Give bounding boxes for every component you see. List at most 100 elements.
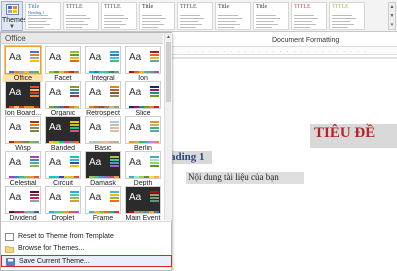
- style-set-tile[interactable]: TITLE: [177, 2, 213, 30]
- theme-color-swatches: [89, 208, 119, 213]
- menu-separator: [1, 221, 172, 222]
- theme-thumbnail: Aa: [45, 186, 81, 214]
- style-set-line: [142, 27, 158, 28]
- theme-thumbnail: Aa: [5, 151, 41, 179]
- style-set-line: [66, 24, 88, 25]
- style-set-title: TITLE: [180, 4, 197, 10]
- theme-main-event[interactable]: Aa Main Event: [123, 185, 163, 225]
- reset-icon: [5, 233, 14, 241]
- save-current-theme-item[interactable]: Save Current Theme...: [1, 255, 172, 267]
- menu-item-label: Browse for Themes...: [18, 245, 85, 252]
- theme-font-sample: Aa: [49, 52, 62, 63]
- theme-ion-board[interactable]: Aa Ion Board...: [3, 80, 43, 120]
- theme-accent-bars: [110, 86, 119, 98]
- theme-retrospect[interactable]: Aa Retrospect: [83, 80, 123, 120]
- theme-accent-bars: [110, 191, 119, 203]
- theme-circuit[interactable]: Aa Circuit: [43, 150, 83, 190]
- ribbon: Themes ▼ Title Heading 1 TITLE TITLE Title TI…: [0, 0, 397, 32]
- theme-color-swatches: [89, 68, 119, 73]
- theme-thumbnail: Aa: [85, 46, 121, 74]
- theme-color-swatches: [49, 208, 79, 213]
- theme-basic[interactable]: Aa Basic: [83, 115, 123, 155]
- style-set-line: [104, 24, 126, 25]
- style-set-title: TITLE: [294, 4, 311, 10]
- style-set-title: Title: [218, 4, 230, 10]
- style-set-tile[interactable]: TITLE: [329, 2, 365, 30]
- style-set-tile[interactable]: Title: [139, 2, 175, 30]
- style-set-line: [218, 21, 236, 22]
- theme-office[interactable]: Aa Office: [3, 45, 43, 85]
- style-set-tile[interactable]: TITLE: [63, 2, 99, 30]
- reset-theme-item[interactable]: Reset to Theme from Template: [1, 231, 172, 243]
- style-set-line: [28, 21, 46, 22]
- style-set-line: [332, 18, 356, 19]
- gallery-scroll-arrows[interactable]: ▲ ▼ ▾: [388, 2, 396, 30]
- theme-celestial[interactable]: Aa Celestial: [3, 150, 43, 190]
- document-area[interactable]: Document Formatting · · · · · · · · · · …: [170, 33, 397, 271]
- style-set-title: TITLE: [66, 4, 83, 10]
- theme-font-sample: Aa: [49, 157, 62, 168]
- section-header-label: Office: [5, 34, 26, 43]
- style-set-tile[interactable]: Title Heading 1: [25, 2, 61, 30]
- style-set-line: [294, 18, 318, 19]
- browse-themes-item[interactable]: Browse for Themes...: [1, 243, 172, 255]
- theme-font-sample: Aa: [9, 52, 22, 63]
- theme-accent-bars: [70, 156, 79, 168]
- style-set-tile[interactable]: TITLE: [291, 2, 327, 30]
- theme-thumbnail: Aa: [45, 116, 81, 144]
- theme-integral[interactable]: Aa Integral: [83, 45, 123, 85]
- style-set-tile[interactable]: Title: [215, 2, 251, 30]
- style-set-line: [180, 21, 198, 22]
- style-set-tile[interactable]: TITLE: [101, 2, 137, 30]
- theme-accent-bars: [150, 121, 159, 133]
- themes-icon: [6, 4, 19, 15]
- style-set-line: [66, 27, 82, 28]
- style-set-title: Title: [142, 4, 154, 10]
- style-set-line: [218, 27, 234, 28]
- theme-damask[interactable]: Aa Damask: [83, 150, 123, 190]
- theme-organic[interactable]: Aa Organic: [43, 80, 83, 120]
- theme-ion[interactable]: Aa Ion: [123, 45, 163, 85]
- scrollbar[interactable]: ▲: [164, 33, 172, 220]
- theme-thumbnail: Aa: [125, 46, 161, 74]
- chevron-down-icon: ▼: [9, 24, 15, 30]
- theme-accent-bars: [30, 121, 39, 133]
- theme-droplet[interactable]: Aa Droplet: [43, 185, 83, 225]
- style-set-line: [256, 15, 276, 16]
- theme-slice[interactable]: Aa Slice: [123, 80, 163, 120]
- style-set-title: TITLE: [332, 4, 349, 10]
- theme-thumbnail: Aa: [85, 186, 121, 214]
- theme-banded[interactable]: Aa Banded: [43, 115, 83, 155]
- menu-item-label: Save Current Theme...: [19, 258, 90, 265]
- style-set-line: [180, 15, 200, 16]
- theme-facet[interactable]: Aa Facet: [43, 45, 83, 85]
- theme-wisp[interactable]: Aa Wisp: [3, 115, 43, 155]
- scrollbar-thumb[interactable]: [166, 42, 171, 102]
- theme-depth[interactable]: Aa Depth: [123, 150, 163, 190]
- themes-button[interactable]: Themes ▼: [1, 1, 27, 31]
- document-body-text: Nội dung tài liệu của bạn: [188, 172, 279, 182]
- theme-accent-bars: [70, 86, 79, 98]
- theme-accent-bars: [110, 51, 119, 63]
- theme-color-swatches: [129, 173, 159, 178]
- themes-dropdown: Office ▲ Aa Office Aa Facet Aa Integral Aa Ion A…: [0, 32, 172, 271]
- theme-frame[interactable]: Aa Frame: [83, 185, 123, 225]
- theme-color-swatches: [89, 103, 119, 108]
- document-heading: ading 1: [170, 151, 205, 163]
- theme-font-sample: Aa: [89, 52, 102, 63]
- theme-accent-bars: [70, 51, 79, 63]
- scroll-up-icon[interactable]: ▲: [166, 34, 171, 40]
- theme-color-swatches: [9, 208, 39, 213]
- style-set-line: [332, 15, 352, 16]
- theme-font-sample: Aa: [129, 122, 142, 133]
- theme-font-sample: Aa: [9, 192, 22, 203]
- style-set-title: Title: [256, 4, 268, 10]
- ruler[interactable]: · · · · · · · · · · · · · · · · · · · · …: [172, 46, 397, 55]
- style-set-tile[interactable]: Title: [253, 2, 289, 30]
- style-set-line: [104, 15, 124, 16]
- theme-thumbnail: Aa: [45, 81, 81, 109]
- theme-accent-bars: [30, 51, 39, 63]
- style-set-line: [104, 27, 120, 28]
- theme-dividend[interactable]: Aa Dividend: [3, 185, 43, 225]
- theme-berlin[interactable]: Aa Berlin: [123, 115, 163, 155]
